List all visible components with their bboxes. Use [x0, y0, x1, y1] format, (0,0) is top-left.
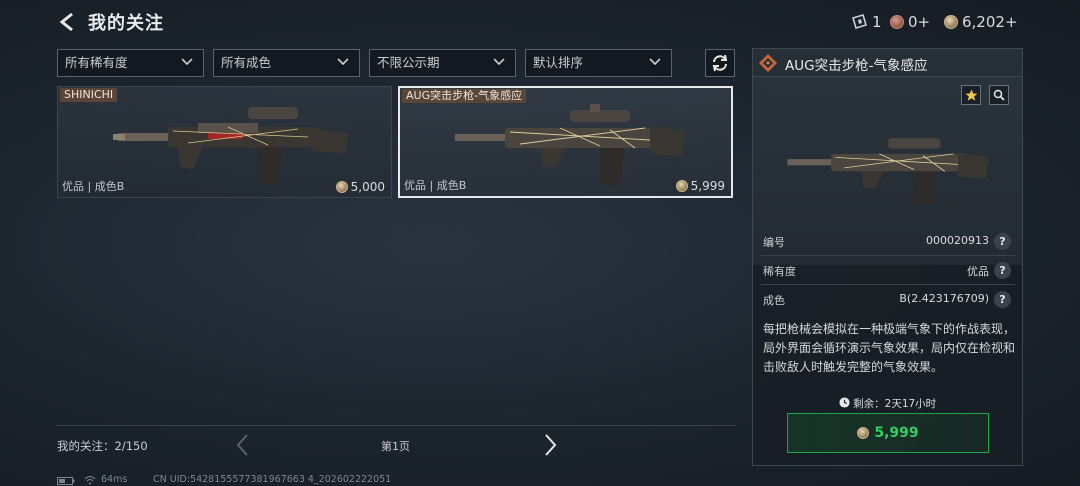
gold-coin-balance: 6,202+	[944, 12, 1018, 32]
detail-header: AUG突击步枪-气象感应	[753, 49, 1022, 77]
rifle-image	[787, 138, 989, 205]
card-meta: 优品 | 成色B	[404, 179, 467, 192]
battery-icon	[57, 477, 75, 485]
page-next-chevron-icon[interactable]	[540, 432, 560, 458]
detail-row-id: 编号 000020913 ?	[763, 231, 1011, 253]
uid-readout: CN UID:5428155577381967663 4_20260222205…	[153, 474, 392, 485]
wifi-icon	[84, 476, 96, 485]
detail-panel: AUG突击步枪-气象感应 编号 000020913 ? 稀有度 优品 ? 成色 …	[752, 48, 1023, 466]
footer-divider	[56, 425, 736, 426]
sort-dropdown[interactable]: 默认排序	[525, 49, 672, 77]
page-label: 第1页	[381, 440, 410, 453]
divider	[761, 255, 1015, 256]
item-card-shinichi[interactable]: SHINICHI 优品 | 成色B 5,000	[57, 86, 392, 198]
magnifier-icon	[993, 89, 1005, 101]
rarity-emblem-icon	[759, 54, 777, 72]
card-meta: 优品 | 成色B	[62, 180, 125, 193]
chevron-down-icon	[493, 58, 505, 66]
gold-coin-icon	[944, 15, 958, 29]
follow-count: 我的关注：2/150	[57, 439, 148, 453]
inspect-button[interactable]	[989, 85, 1009, 105]
remaining-time: 剩余：2天17小时	[753, 396, 1022, 411]
page-prev-chevron-icon[interactable]	[233, 432, 253, 458]
item-description: 每把枪械会模拟在一种极端气象下的作战表现，局外界面会循环演示气象效果，局内仅在检…	[763, 322, 1016, 374]
star-icon	[965, 89, 977, 101]
favorite-button[interactable]	[961, 85, 981, 105]
filter-wear-dropdown[interactable]: 所有成色	[213, 49, 360, 77]
refresh-icon	[712, 54, 728, 72]
divider	[761, 284, 1015, 285]
help-icon[interactable]: ?	[994, 233, 1011, 250]
clock-icon	[839, 397, 850, 408]
rifle-image	[113, 107, 348, 185]
help-icon[interactable]: ?	[994, 291, 1011, 308]
red-coin-balance: 0+	[890, 12, 930, 32]
ticket-balance: 1	[850, 12, 882, 32]
detail-row-rarity: 稀有度 优品 ?	[763, 260, 1011, 282]
gold-coin-icon	[675, 180, 688, 192]
gold-coin-icon	[335, 181, 348, 193]
gold-coin-icon	[857, 427, 870, 439]
filter-period-dropdown[interactable]: 不限公示期	[369, 49, 516, 77]
card-price: 5,000	[335, 180, 385, 194]
buy-button[interactable]: 5,999	[787, 413, 989, 453]
detail-title: AUG突击步枪-气象感应	[785, 58, 928, 74]
page-title: 我的关注	[88, 13, 164, 34]
detail-row-wear: 成色 B(2.423176709) ?	[763, 289, 1011, 311]
chevron-down-icon	[181, 58, 193, 66]
rifle-image	[455, 104, 685, 186]
card-price: 5,999	[675, 179, 725, 193]
help-icon[interactable]: ?	[994, 262, 1011, 279]
buy-price: 5,999	[874, 425, 919, 441]
item-card-aug[interactable]: AUG突击步枪-气象感应 优品 | 成色B 5,999	[398, 86, 733, 198]
ticket-icon	[852, 14, 867, 29]
chevron-down-icon	[337, 58, 349, 66]
refresh-button[interactable]	[705, 49, 735, 77]
red-coin-icon	[890, 15, 904, 29]
chevron-down-icon	[649, 58, 661, 66]
back-arrow-icon[interactable]	[56, 10, 80, 34]
ping-readout: 64ms	[101, 474, 128, 485]
filter-rarity-dropdown[interactable]: 所有稀有度	[57, 49, 204, 77]
